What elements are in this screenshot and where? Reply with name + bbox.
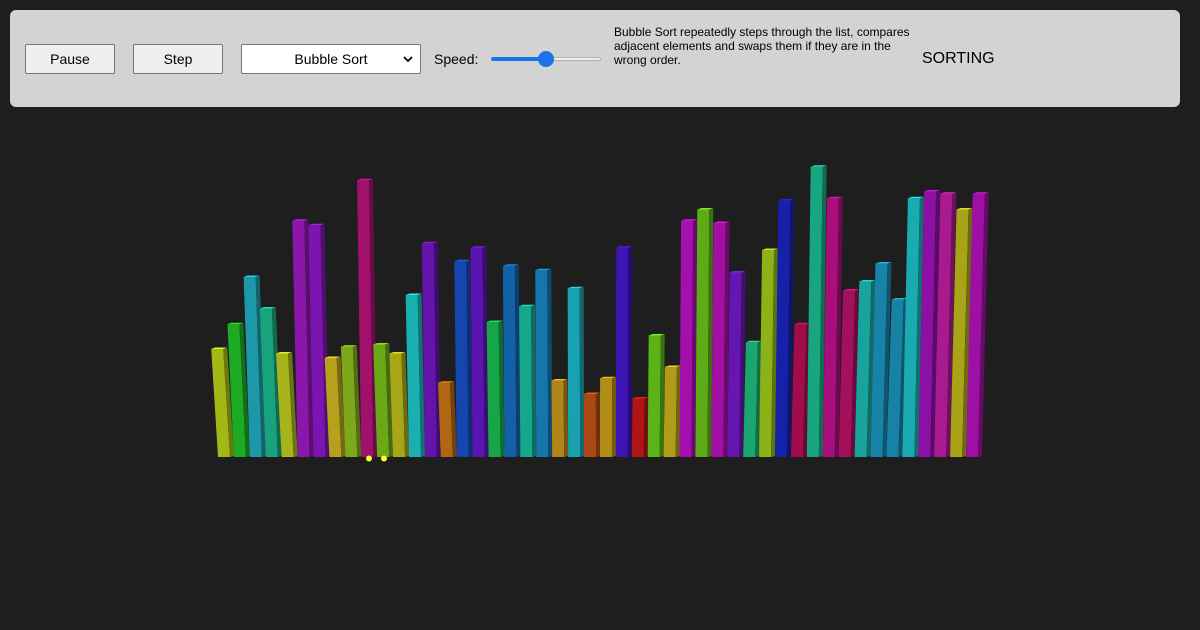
sort-bar [631,397,649,457]
sort-bar-side [595,393,601,457]
sort-bar-front [647,335,661,457]
sort-bar-side [563,379,569,457]
sort-bar [438,381,457,457]
sort-bar-side [579,287,585,457]
sort-bar [583,392,601,457]
sort-bar-front [519,306,533,457]
sort-bar-front [663,367,677,457]
speed-slider[interactable] [491,51,601,67]
algorithm-select[interactable]: Bubble Sort [241,44,421,74]
sort-bar [599,376,617,457]
sort-bar [695,208,714,457]
sort-bar-front [695,209,710,457]
sort-bar-front [679,220,694,457]
sort-bar [535,268,553,457]
sort-bar [519,304,537,457]
sort-bar [663,365,681,457]
sort-bar [421,241,441,457]
step-button[interactable]: Step [133,44,223,74]
sort-bar [615,246,633,457]
sort-bar-front [567,288,581,457]
sort-bar-front [727,272,742,457]
sort-bar-front [599,378,613,457]
speed-slider-thumb[interactable] [538,51,554,67]
sort-bar-front [615,247,629,457]
sort-bar-front [502,265,517,457]
sort-bar [405,293,425,457]
sort-bar [759,248,779,457]
status-text: SORTING [922,50,995,67]
sort-bar-side [627,246,633,457]
sort-bar [743,340,762,457]
sort-bar [357,178,378,457]
sort-bar-front [454,261,469,457]
sort-bar [647,334,665,457]
sort-bar [727,271,746,457]
sort-bar-side [611,377,617,457]
sort-bar-front [583,394,597,457]
sort-bar [454,259,473,457]
sort-bar [567,286,585,457]
compare-pointer [381,455,387,462]
sort-bar-side [643,397,649,457]
sort-bar [775,199,795,457]
sort-bar [502,264,521,457]
algorithm-select-value: Bubble Sort [294,51,368,67]
sort-bar [470,246,489,457]
sort-visualization-canvas [211,165,989,462]
sort-bar-front [535,270,549,457]
sort-bar [486,320,505,457]
speed-label: Speed: [434,51,479,67]
sort-bar [679,219,698,457]
sort-bar-front [486,322,501,457]
chevron-down-icon [403,56,413,63]
sort-bar [711,221,730,457]
sort-bar-front [631,398,645,457]
pause-button[interactable]: Pause [25,44,115,74]
algorithm-description: Bubble Sort repeatedly steps through the… [614,25,910,67]
sort-bar-front [470,247,485,457]
sort-bar-front [711,223,726,457]
compare-pointer [366,455,372,462]
sort-bar [551,379,569,457]
sort-bar-front [551,380,565,457]
control-panel: Pause Step Bubble Sort Speed: Bubble Sor… [10,10,1180,107]
speed-slider-track [546,57,601,61]
